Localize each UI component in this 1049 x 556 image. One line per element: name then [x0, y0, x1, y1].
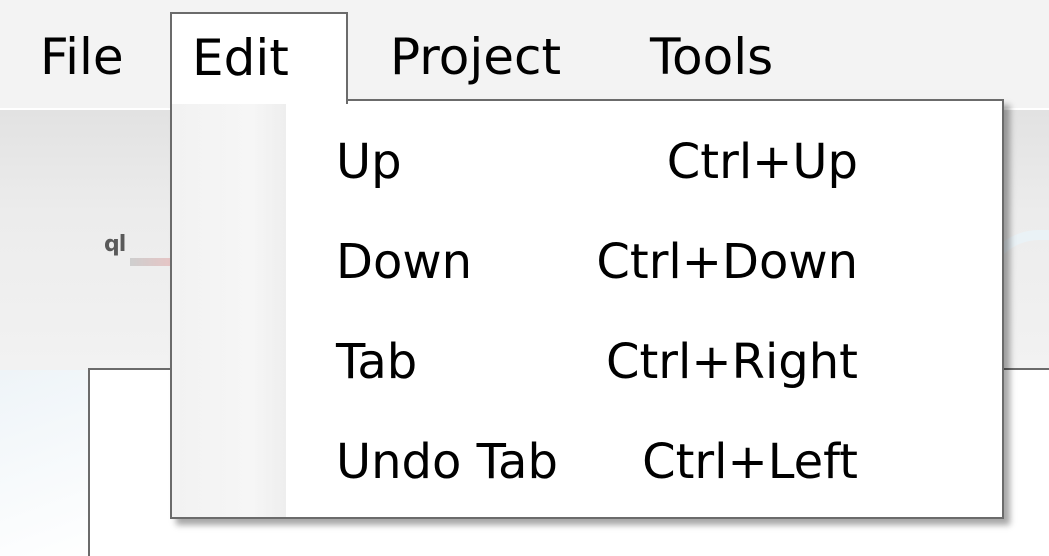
- menu-edit[interactable]: Edit: [170, 12, 348, 104]
- menu-item-label: Undo Tab: [336, 434, 558, 490]
- menu-item-undo-tab[interactable]: Undo Tab Ctrl+Left: [172, 413, 1002, 511]
- app-logo-subtext: [130, 258, 170, 266]
- menu-item-label: Down: [336, 234, 473, 290]
- menu-item-label: Up: [336, 134, 402, 190]
- app-window: ql File Edit Project Tools Up Ctrl+Up Do…: [0, 0, 1049, 556]
- menu-item-shortcut: Ctrl+Up: [666, 134, 858, 190]
- menu-item-label: Tab: [336, 334, 418, 390]
- menu-bar: File Edit Project Tools: [0, 0, 1049, 108]
- menu-file[interactable]: File: [20, 14, 144, 100]
- menu-project[interactable]: Project: [370, 14, 581, 100]
- menu-item-tab[interactable]: Tab Ctrl+Right: [172, 313, 1002, 411]
- menu-item-shortcut: Ctrl+Down: [596, 234, 858, 290]
- menu-item-shortcut: Ctrl+Right: [605, 334, 858, 390]
- menu-item-up[interactable]: Up Ctrl+Up: [172, 113, 1002, 211]
- menu-item-shortcut: Ctrl+Left: [642, 434, 858, 490]
- menu-item-down[interactable]: Down Ctrl+Down: [172, 213, 1002, 311]
- app-logo-icon: ql: [104, 232, 126, 257]
- edit-dropdown-menu: Up Ctrl+Up Down Ctrl+Down Tab Ctrl+Right…: [170, 99, 1004, 519]
- menu-tools[interactable]: Tools: [630, 14, 793, 100]
